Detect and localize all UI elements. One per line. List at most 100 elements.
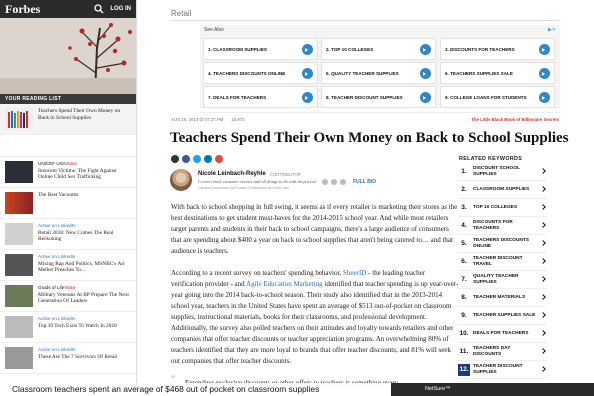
linkedin-share-icon[interactable] xyxy=(204,155,212,163)
ad-link-label: 1. CLASSROOM SUPPLIES xyxy=(208,46,267,52)
ad-label: See Also xyxy=(204,27,224,33)
author-avatar[interactable] xyxy=(170,169,192,191)
related-keyword-item[interactable]: 3. TOP 10 COLLEGES xyxy=(458,199,547,217)
sheerid-link[interactable]: SheerID xyxy=(343,269,366,277)
email-share-icon[interactable] xyxy=(171,155,179,163)
article-body: With back to school shopping in full swi… xyxy=(171,202,459,396)
related-keyword-item[interactable]: 1. DISCOUNT SCHOOL SUPPLIES xyxy=(458,163,547,181)
reading-list-item[interactable]: Active on LinkedIn Retail 2018: New Comes… xyxy=(0,219,136,250)
arrow-icon xyxy=(539,92,550,103)
reading-list-source: Active on LinkedIn xyxy=(38,347,76,352)
ad-link[interactable]: 9. COLLEGE LOANS FOR STUDENTS xyxy=(440,86,555,108)
facebook-share-icon[interactable] xyxy=(182,155,190,163)
article-thumbnail xyxy=(5,192,33,214)
ad-link[interactable]: 4. TEACHERS DISCOUNTS ONLINE xyxy=(203,62,318,84)
keyword-number: 12. xyxy=(458,363,470,376)
related-keyword-item[interactable]: 2. CLASSROOM SUPPLIES xyxy=(458,181,547,199)
keyword-label: TEACHER SUPPLIES SALE xyxy=(473,312,536,318)
reading-list-source: Grads of Life xyxy=(38,285,65,290)
main-content: Retail See Also ▶✕ 1. CLASSROOM SUPPLIES… xyxy=(137,0,594,396)
article-thumbnail xyxy=(5,285,33,307)
reading-list-item[interactable]: Active on Linkedin Mixing Rap And Politic… xyxy=(0,250,136,281)
reading-list-source-suffix: Voice xyxy=(65,161,77,166)
reading-list-item[interactable] xyxy=(0,135,136,157)
ad-divider xyxy=(200,112,560,113)
article-title: Teachers Spend Their Own Money on Back t… xyxy=(170,130,569,146)
reading-list-title: These Are The 7 Survivors Of Retail xyxy=(38,353,118,360)
author-name[interactable]: Nicole Leinbach-Reyhle xyxy=(198,171,266,177)
keyword-label: DEALS FOR TEACHERS xyxy=(473,330,529,336)
paragraph-text: identified that teacher spending is up y… xyxy=(171,280,459,365)
related-keyword-item[interactable]: 6. TEACHER DISCOUNT TRAVEL xyxy=(458,253,547,271)
googleplus-share-icon[interactable] xyxy=(215,155,223,163)
arrow-icon xyxy=(420,44,431,55)
agile-education-link[interactable]: Agile Education Marketing xyxy=(246,280,323,288)
ad-link[interactable]: 2. TOP 10 COLLEGES xyxy=(321,38,436,60)
reading-list-sidebar: Forbes LOG IN YOUR READING LIST Teachers xyxy=(0,0,137,396)
reading-list-item[interactable]: Teachers Spend Their Own Money on Back t… xyxy=(0,104,136,135)
full-bio-link[interactable]: FULL BIO xyxy=(353,179,376,185)
section-label[interactable]: Retail xyxy=(171,9,191,18)
section-divider xyxy=(171,20,559,21)
reading-list-source: Active on Linkedin xyxy=(38,254,76,259)
reading-list-title: Top 30 Tech Exits To Watch In 2018 xyxy=(38,322,117,329)
reading-list-title: Innocent Victims: The Fight Against Onli… xyxy=(38,167,117,181)
twitter-share-icon[interactable] xyxy=(193,155,201,163)
reading-list-item[interactable]: Grads of LifeVoice Military Veterans At B… xyxy=(0,281,136,312)
bottom-ad-banner[interactable]: NetSure™ xyxy=(391,383,594,396)
related-keywords-title: RELATED KEYWORDS xyxy=(459,156,523,162)
reading-list-title: Retail 2018: New Comes The Real Reckonin… xyxy=(38,229,114,243)
login-link[interactable]: LOG IN xyxy=(110,6,131,12)
related-keyword-item[interactable]: 9. TEACHER SUPPLIES SALE xyxy=(458,307,547,325)
keyword-number: 4. xyxy=(461,222,467,229)
ad-choices-icon[interactable]: ▶✕ xyxy=(548,27,556,33)
keyword-label: TEACHER MATERIALS xyxy=(473,294,526,300)
article-meta: AUG 19, 2014 @ 07:27 PM 15,973 The Littl… xyxy=(171,117,559,122)
related-keyword-item[interactable]: 5. TEACHERS DISCOUNTS ONLINE xyxy=(458,235,547,253)
forbes-logo[interactable]: Forbes xyxy=(5,2,94,17)
search-icon[interactable] xyxy=(94,4,104,14)
author-bio: I cover retail, customer service and all… xyxy=(198,179,317,184)
author-twitter-icon[interactable] xyxy=(322,179,328,185)
ad-link[interactable]: 7. DEALS FOR TEACHERS xyxy=(203,86,318,108)
reading-list-header: YOUR READING LIST xyxy=(0,94,136,104)
keyword-label: TEACHER DISCOUNT SUPPLIES xyxy=(473,363,523,375)
reading-list-title: Mixing Rap And Politics, MSNBC's Ari Mel… xyxy=(38,260,125,274)
reading-list-item[interactable]: Active on LinkedIn Top 30 Tech Exits To W… xyxy=(0,312,136,343)
article-thumbnail xyxy=(5,108,33,130)
keyword-label: TEACHERS DAY DISCOUNTS xyxy=(473,345,511,357)
reading-list-title: Military Veterans At BP Prepare The Next… xyxy=(38,291,129,305)
arrow-icon xyxy=(302,44,313,55)
keyword-number: 8. xyxy=(461,294,467,301)
reading-list-item[interactable]: UNICEF USAVoice Innocent Victims: The Fig… xyxy=(0,157,136,188)
keyword-number: 2. xyxy=(461,186,467,193)
related-keyword-item[interactable]: 11. TEACHERS DAY DISCOUNTS xyxy=(458,343,547,361)
see-also-ad: See Also ▶✕ 1. CLASSROOM SUPPLIES 2. TOP… xyxy=(200,25,560,108)
keyword-label: CLASSROOM SUPPLIES xyxy=(473,186,530,192)
related-keyword-item[interactable]: 12. TEACHER DISCOUNT SUPPLIES xyxy=(458,361,547,379)
related-keyword-item[interactable]: 4. DISCOUNTS FOR TEACHERS xyxy=(458,217,547,235)
keyword-number: 10. xyxy=(459,330,469,337)
author-linkedin-icon[interactable] xyxy=(331,179,337,185)
article-thumbnail xyxy=(5,223,33,245)
arrow-icon xyxy=(420,92,431,103)
related-keyword-item[interactable]: 7. QUALITY TEACHER SUPPLIES xyxy=(458,271,547,289)
related-keyword-item[interactable]: 8. TEACHER MATERIALS xyxy=(458,289,547,307)
keyword-label: TOP 10 COLLEGES xyxy=(473,204,518,210)
keyword-number: 11. xyxy=(459,348,469,355)
reading-list-item[interactable]: The Best Vacuums xyxy=(0,188,136,219)
ad-link[interactable]: 8. TEACHER DISCOUNT SUPPLIES xyxy=(321,86,436,108)
reading-list-source: Active on LinkedIn xyxy=(38,223,76,228)
related-keyword-item[interactable]: 10. DEALS FOR TEACHERS xyxy=(458,325,547,343)
ad-link[interactable]: 3. DISCOUNTS FOR TEACHERS xyxy=(440,38,555,60)
ad-link[interactable]: 5. QUALITY TEACHER SUPPLIES xyxy=(321,62,436,84)
ad-link[interactable]: 1. CLASSROOM SUPPLIES xyxy=(203,38,318,60)
keyword-number: 5. xyxy=(461,240,467,247)
author-email-icon[interactable] xyxy=(340,179,346,185)
reading-list-item[interactable]: Active on LinkedIn These Are The 7 Surviv… xyxy=(0,343,136,374)
ad-link[interactable]: 6. TEACHERS SUPPLIES SALE xyxy=(440,62,555,84)
related-keywords-list: 1. DISCOUNT SCHOOL SUPPLIES 2. CLASSROOM SU… xyxy=(458,163,547,379)
promo-link[interactable]: The Little Black Book of Billionaire Sec… xyxy=(471,117,559,122)
view-count: 15,973 xyxy=(231,117,245,122)
sidebar-hero-image xyxy=(0,18,136,94)
